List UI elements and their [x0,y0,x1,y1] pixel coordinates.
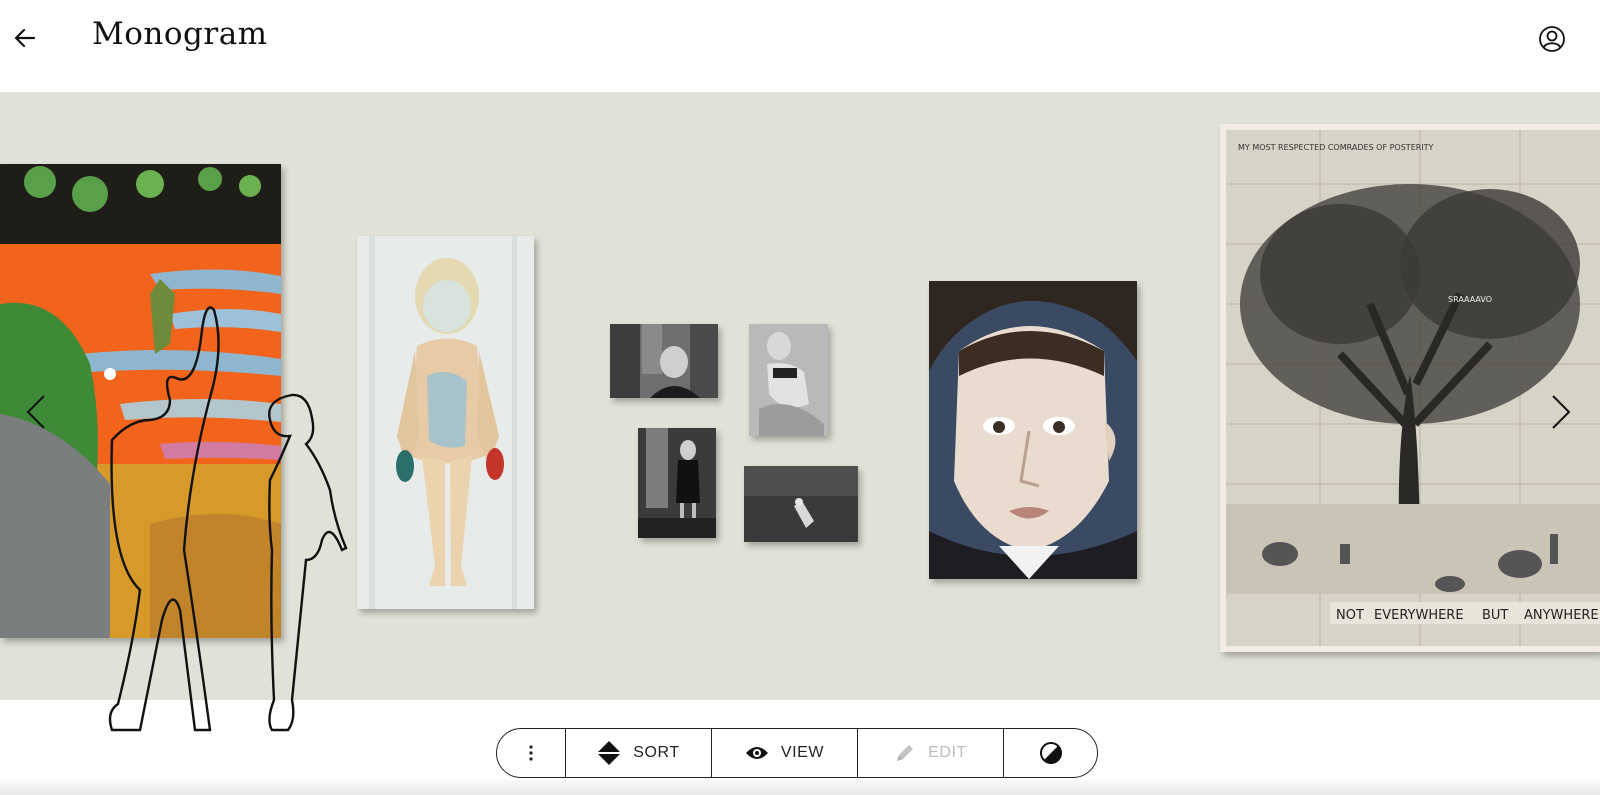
artwork-photo-reclining-woman[interactable] [749,324,828,436]
edit-label: EDIT [928,744,967,761]
artwork-boy-portrait-image [929,281,1137,579]
sort-button[interactable]: SORT [566,729,712,777]
artwork-child-portrait[interactable] [357,236,534,609]
chevron-right-icon[interactable] [1545,392,1575,432]
artwork-tree-print-image: MY MOST RESPECTED COMRADES OF POSTERITY … [1220,124,1600,652]
top-bar: Monogram [0,0,1600,92]
tree-print-header: MY MOST RESPECTED COMRADES OF POSTERITY [1238,143,1434,152]
sort-icon [598,741,621,765]
artwork-child-image [357,236,534,609]
photo-city-woman-image [610,324,718,398]
photo-woman-in-grass-image [744,466,858,542]
app-title: Monogram [92,16,268,52]
gallery-wall: MY MOST RESPECTED COMRADES OF POSTERITY … [0,92,1600,700]
more-vertical-icon [529,745,533,761]
back-arrow-icon[interactable] [10,22,40,52]
tree-print-caption-everywhere: EVERYWHERE [1374,608,1464,623]
contrast-icon [1039,742,1062,764]
edit-button[interactable]: EDIT [858,729,1004,777]
artwork-boy-portrait[interactable] [929,281,1137,579]
account-icon[interactable] [1537,24,1567,54]
artwork-photo-city-woman[interactable] [610,324,718,398]
tree-print-caption-not: NOT [1336,608,1364,623]
tree-print-small-label: SRAAAAVO [1448,295,1492,304]
bottom-toolbar: SORT VIEW EDIT [496,728,1098,778]
eye-icon [745,747,768,759]
artwork-photo-doorway-woman[interactable] [638,428,716,538]
view-label: VIEW [780,744,825,761]
view-button[interactable]: VIEW [712,729,858,777]
photo-reclining-woman-image [749,324,828,436]
artwork-tree-print[interactable]: MY MOST RESPECTED COMRADES OF POSTERITY … [1220,124,1600,652]
artwork-photo-woman-in-grass[interactable] [744,466,858,542]
chevron-left-icon[interactable] [22,392,52,432]
bottom-shade [0,780,1600,795]
contrast-button[interactable] [1004,729,1097,777]
pencil-icon [897,745,914,761]
sort-label: SORT [633,744,680,761]
more-options-button[interactable] [497,729,566,777]
tree-print-caption-but: BUT [1482,608,1508,623]
photo-doorway-woman-image [638,428,716,538]
tree-print-caption-anywhere: ANYWHERE [1524,608,1599,623]
